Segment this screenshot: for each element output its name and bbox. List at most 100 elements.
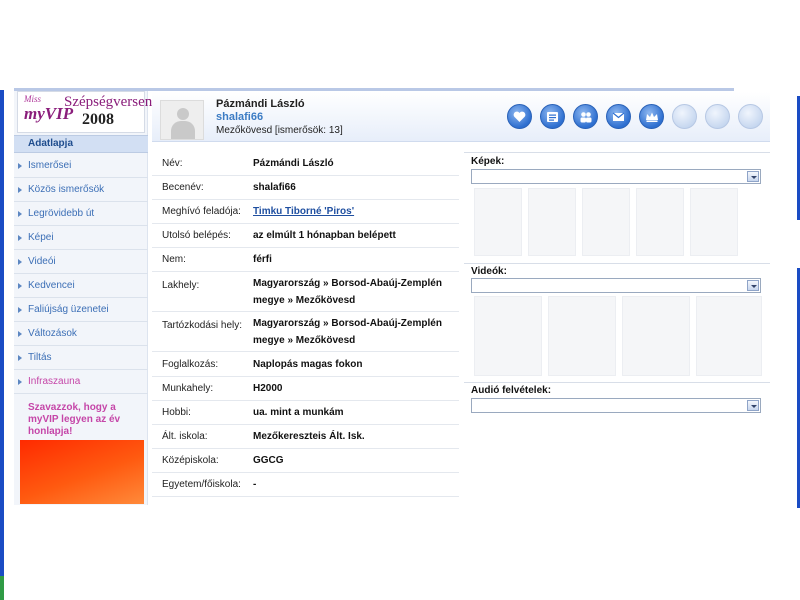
crown-button[interactable] bbox=[639, 104, 664, 129]
info-value: shalafi66 bbox=[253, 182, 296, 193]
info-label: Ált. iskola: bbox=[162, 431, 208, 442]
info-value: - bbox=[253, 479, 257, 490]
pictures-title: Képek: bbox=[471, 156, 505, 167]
info-label: Becenév: bbox=[162, 182, 204, 193]
profile-location: Mezőkövesd [ismerősök: 13] bbox=[216, 125, 343, 136]
info-value: férfi bbox=[253, 254, 272, 265]
info-value: Pázmándi László bbox=[253, 158, 334, 169]
notes-icon bbox=[547, 112, 558, 122]
notes-button[interactable] bbox=[540, 104, 565, 129]
bullet-arrow-icon bbox=[18, 235, 22, 241]
sidebar-item-valtozasok[interactable]: Változások bbox=[14, 322, 148, 346]
advertisement-banner[interactable] bbox=[20, 440, 144, 504]
window-left-edge bbox=[0, 90, 4, 600]
info-label: Munkahely: bbox=[162, 383, 214, 394]
disabled-action-button-1[interactable] bbox=[672, 104, 697, 129]
info-label: Meghívó feladója: bbox=[162, 206, 241, 217]
video-thumbnail[interactable] bbox=[548, 296, 616, 376]
info-row-egyetem: Egyetem/főiskola: - bbox=[152, 473, 459, 497]
picture-thumbnail[interactable] bbox=[528, 188, 576, 256]
profile-name: Pázmándi László bbox=[216, 98, 305, 110]
audio-separator bbox=[464, 382, 770, 383]
sidebar-item-label: Legrövidebb út bbox=[28, 208, 95, 219]
picture-thumbnail[interactable] bbox=[690, 188, 738, 256]
sidebar-item-videoi[interactable]: Videói bbox=[14, 250, 148, 274]
chevron-down-icon[interactable] bbox=[747, 400, 759, 411]
avatar-body-shape bbox=[171, 121, 195, 139]
pictures-select[interactable] bbox=[471, 169, 761, 184]
sidebar-item-label: Tiltás bbox=[28, 352, 52, 363]
picture-thumbnail[interactable] bbox=[636, 188, 684, 256]
info-label: Foglalkozás: bbox=[162, 359, 219, 370]
avatar[interactable] bbox=[160, 100, 204, 140]
videos-separator bbox=[464, 263, 770, 264]
info-label: Középiskola: bbox=[162, 455, 219, 466]
sidebar-item-label: Kedvencei bbox=[28, 280, 75, 291]
profile-header: Pázmándi László shalafi66 Mezőkövesd [is… bbox=[152, 92, 770, 142]
info-row-hobbi: Hobbi: ua. mint a munkám bbox=[152, 401, 459, 425]
sidebar-item-label: Közös ismerősök bbox=[28, 184, 105, 195]
bullet-arrow-icon bbox=[18, 187, 22, 193]
info-label: Hobbi: bbox=[162, 407, 191, 418]
info-row-nev: Név: Pázmándi László bbox=[152, 152, 459, 176]
beauty-contest-logo[interactable]: Miss myVIP Szépségverseny 2008 bbox=[17, 91, 160, 133]
info-value: ua. mint a munkám bbox=[253, 407, 344, 418]
sidebar-item-kedvencei[interactable]: Kedvencei bbox=[14, 274, 148, 298]
info-label: Tartózkodási hely: bbox=[162, 320, 243, 331]
info-value: Magyarország » Borsod-Abaúj-Zemplén megy… bbox=[253, 318, 442, 346]
video-thumbnail[interactable] bbox=[622, 296, 690, 376]
avatar-head-shape bbox=[177, 108, 189, 120]
info-row-munkahely: Munkahely: H2000 bbox=[152, 377, 459, 401]
disabled-action-button-3[interactable] bbox=[738, 104, 763, 129]
picture-thumbnail[interactable] bbox=[474, 188, 522, 256]
sidebar-item-ismerosei[interactable]: Ismerősei bbox=[14, 154, 148, 178]
bullet-arrow-icon bbox=[18, 307, 22, 313]
info-row-alt-iskola: Ált. iskola: Mezőkereszteis Ált. Isk. bbox=[152, 425, 459, 449]
profile-nickname-link[interactable]: shalafi66 bbox=[216, 111, 263, 123]
heart-icon bbox=[513, 111, 526, 122]
video-thumbnail[interactable] bbox=[696, 296, 762, 376]
sidebar-item-label: Ismerősei bbox=[28, 160, 72, 171]
heart-button[interactable] bbox=[507, 104, 532, 129]
logo-title-text: Szépségverseny bbox=[64, 94, 160, 110]
sidebar-item-kozos-ismerosok[interactable]: Közös ismerősök bbox=[14, 178, 148, 202]
window-taskbar-edge bbox=[0, 576, 4, 600]
audio-select[interactable] bbox=[471, 398, 761, 413]
video-thumbnail[interactable] bbox=[474, 296, 542, 376]
info-label: Lakhely: bbox=[162, 280, 200, 291]
info-row-kozepiskola: Középiskola: GGCG bbox=[152, 449, 459, 473]
friends-button[interactable] bbox=[573, 104, 598, 129]
info-row-meghivo: Meghívó feladója: Timku Tiborné 'Piros' bbox=[152, 200, 459, 224]
inviter-link[interactable]: Timku Tiborné 'Piros' bbox=[253, 200, 453, 224]
sidebar-item-infraszauna[interactable]: Infraszauna bbox=[14, 370, 148, 394]
info-label: Nem: bbox=[162, 254, 186, 265]
pictures-separator bbox=[464, 152, 770, 153]
mail-icon bbox=[612, 112, 625, 121]
info-label: Egyetem/főiskola: bbox=[162, 479, 241, 490]
message-button[interactable] bbox=[606, 104, 631, 129]
info-value: az elmúlt 1 hónapban belépett bbox=[253, 230, 396, 241]
sidebar-item-label: Változások bbox=[28, 328, 77, 339]
info-row-nem: Nem: férfi bbox=[152, 248, 459, 272]
bullet-arrow-icon bbox=[18, 355, 22, 361]
sidebar: Miss myVIP Szépségverseny 2008 Adatlapja… bbox=[14, 91, 160, 505]
disabled-action-button-2[interactable] bbox=[705, 104, 730, 129]
videos-select[interactable] bbox=[471, 278, 761, 293]
info-value: Mezőkereszteis Ált. Isk. bbox=[253, 431, 365, 442]
bullet-arrow-icon bbox=[18, 283, 22, 289]
vote-link[interactable]: Szavazzok, hogy a myVIP legyen az év hon… bbox=[28, 402, 146, 438]
bullet-arrow-icon bbox=[18, 211, 22, 217]
audio-title: Audió felvételek: bbox=[471, 385, 552, 396]
sidebar-item-label: Faliújság üzenetei bbox=[28, 304, 109, 315]
chevron-down-icon[interactable] bbox=[747, 280, 759, 291]
sidebar-item-adatlapja[interactable]: Adatlapja bbox=[14, 135, 148, 153]
sidebar-item-tiltas[interactable]: Tiltás bbox=[14, 346, 148, 370]
sidebar-item-legrovidebb-ut[interactable]: Legrövidebb út bbox=[14, 202, 148, 226]
info-value: H2000 bbox=[253, 383, 283, 394]
picture-thumbnail[interactable] bbox=[582, 188, 630, 256]
sidebar-item-faliujsag[interactable]: Faliújság üzenetei bbox=[14, 298, 148, 322]
info-value: GGCG bbox=[253, 455, 284, 466]
sidebar-item-kepei[interactable]: Képei bbox=[14, 226, 148, 250]
chevron-down-icon[interactable] bbox=[747, 171, 759, 182]
info-row-foglalkozas: Foglalkozás: Naplopás magas fokon bbox=[152, 353, 459, 377]
